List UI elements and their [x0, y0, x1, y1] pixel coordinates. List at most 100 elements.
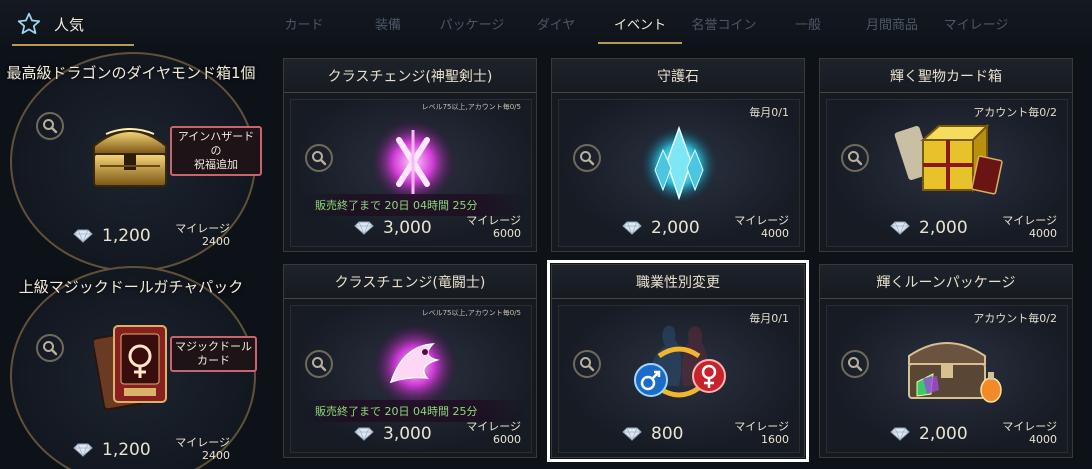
product-card[interactable]: 輝くルーンパッケージ アカウント毎0/2 2,000 マイレージ 4000	[819, 264, 1073, 458]
diamond-icon	[890, 427, 910, 441]
popular-item-title: 最高級ドラゴンのダイヤモンド箱1個	[6, 64, 256, 82]
magnifier-icon[interactable]	[305, 350, 333, 378]
relic-card-box-image	[894, 123, 1003, 195]
product-card[interactable]: クラスチェンジ(竜闘士) レベル75以上,アカウント毎0/5 販売終了まで 20…	[283, 264, 537, 458]
price-value: 3,000	[383, 424, 432, 444]
mileage: マイレージ 6000	[466, 214, 521, 240]
price-value: 1,200	[102, 226, 151, 246]
product-card[interactable]: 輝く聖物カード箱 アカウント毎0/2 2,000 マイレージ 4000	[819, 58, 1073, 252]
magnifier-icon[interactable]	[36, 334, 64, 362]
tab-card[interactable]: カード	[262, 0, 346, 46]
price-value: 2,000	[919, 424, 968, 444]
product-card-title: 守護石	[552, 59, 804, 93]
mileage-value: 1600	[761, 433, 789, 446]
product-card-title: クラスチェンジ(竜闘士)	[284, 265, 536, 299]
mileage: マイレージ 4000	[1002, 214, 1057, 240]
product-card[interactable]: クラスチェンジ(神聖剣士) レベル75以上,アカウント毎0/5 販売終了まで 2…	[283, 58, 537, 252]
product-card-body: アカウント毎0/2 2,000 マイレージ 4000	[826, 305, 1068, 453]
tab-equipment[interactable]: 装備	[346, 0, 430, 46]
product-card-body: レベル75以上,アカウント毎0/5 販売終了まで 20日 04時間 25分 3,…	[290, 305, 532, 453]
product-card-body: 毎月0/1 2,000 マイレージ 4000	[558, 99, 800, 247]
price: 1,200	[72, 440, 151, 460]
product-card-title: 輝く聖物カード箱	[820, 59, 1072, 93]
mileage-label: マイレージ	[466, 420, 521, 433]
mileage-value: 4000	[761, 227, 789, 240]
popular-item-title: 上級マジックドールガチャパック	[18, 278, 244, 296]
magnifier-icon[interactable]	[841, 144, 869, 172]
mileage-label: マイレージ	[175, 222, 230, 235]
tab-diamond[interactable]: ダイヤ	[514, 0, 598, 46]
magnifier-icon[interactable]	[305, 144, 333, 172]
mileage-value: 6000	[493, 433, 521, 446]
bonus-badge-line1: アインハザードの	[177, 130, 255, 157]
dragon-chest-image	[93, 128, 167, 187]
price-value: 3,000	[383, 218, 432, 238]
bonus-badge: マジックドール カード	[170, 336, 257, 372]
magnifier-icon[interactable]	[36, 112, 64, 140]
price: 2,000	[889, 218, 968, 238]
magnifier-icon[interactable]	[841, 350, 869, 378]
rune-package-image	[908, 342, 1002, 403]
diamond-icon	[73, 229, 93, 243]
price-value: 2,000	[919, 218, 968, 238]
bonus-badge: アインハザードの 祝福追加	[170, 126, 262, 176]
mileage-label: マイレージ	[734, 214, 789, 227]
product-card[interactable]: 守護石 毎月0/1 2,000 マイレージ 4000	[551, 58, 805, 252]
product-card-body: アカウント毎0/2 2,000 マイレージ 4000	[826, 99, 1068, 247]
diamond-icon	[73, 443, 93, 457]
diamond-icon	[890, 221, 910, 235]
price: 800	[621, 424, 683, 444]
tab-general[interactable]: 一般	[766, 0, 850, 46]
sale-end-timer: 販売終了まで 20日 04時間 25分	[305, 400, 525, 422]
product-card-selected[interactable]: 職業性別変更 毎月0/1 800 マイレージ 1600	[547, 260, 809, 462]
purchase-limit: 毎月0/1	[749, 106, 789, 119]
magnifier-icon[interactable]	[573, 144, 601, 172]
bonus-badge-line2: 祝福追加	[194, 158, 238, 171]
category-tabs: カード 装備 パッケージ ダイヤ イベント 名誉コイン 一般 月間商品 マイレー…	[262, 0, 1018, 46]
product-card-body: レベル75以上,アカウント毎0/5 販売終了まで 20日 04時間 25分 3,…	[290, 99, 532, 247]
bonus-badge-line2: カード	[197, 354, 230, 367]
sale-end-timer: 販売終了まで 20日 04時間 25分	[305, 194, 525, 216]
product-card-title: 職業性別変更	[552, 265, 804, 299]
tab-popular-label: 人気	[54, 15, 85, 34]
price: 2,000	[621, 218, 700, 238]
product-card-title: クラスチェンジ(神聖剣士)	[284, 59, 536, 93]
product-card-body: 毎月0/1 800 マイレージ 1600	[558, 305, 800, 453]
mileage: マイレージ 6000	[466, 420, 521, 446]
price: 2,000	[889, 424, 968, 444]
price: 3,000	[353, 424, 432, 444]
popular-item[interactable]: 最高級ドラゴンのダイヤモンド箱1個 アインハザードの 祝福追加 1,200 マイ…	[0, 46, 262, 272]
price-value: 800	[651, 424, 684, 444]
tab-popular[interactable]: 人気	[12, 4, 134, 46]
product-card-title: 輝くルーンパッケージ	[820, 265, 1072, 299]
mileage: マイレージ 2400	[170, 436, 230, 462]
tab-monthly[interactable]: 月間商品	[850, 0, 934, 46]
mileage-label: マイレージ	[466, 214, 521, 227]
price-value: 2,000	[651, 218, 700, 238]
diamond-icon	[622, 221, 642, 235]
bonus-badge-line1: マジックドール	[175, 340, 252, 353]
mileage-label: マイレージ	[175, 436, 230, 449]
mileage: マイレージ 4000	[734, 214, 789, 240]
mileage: マイレージ 2400	[170, 222, 230, 248]
mileage-label: マイレージ	[734, 420, 789, 433]
mileage-value: 2400	[202, 235, 230, 248]
star-icon	[17, 12, 41, 35]
mileage-value: 6000	[493, 227, 521, 240]
mileage: マイレージ 4000	[1002, 420, 1057, 446]
tab-honor-coin[interactable]: 名誉コイン	[682, 0, 766, 46]
diamond-icon	[354, 221, 374, 235]
tab-event[interactable]: イベント	[598, 0, 682, 46]
guardian-stone-image	[639, 125, 719, 205]
price-value: 1,200	[102, 440, 151, 460]
mileage-value: 2400	[202, 449, 230, 462]
tab-mileage[interactable]: マイレージ	[934, 0, 1018, 46]
mileage-label: マイレージ	[1002, 420, 1057, 433]
magic-doll-card-image	[94, 325, 167, 411]
diamond-icon	[622, 427, 642, 441]
magnifier-icon[interactable]	[573, 350, 601, 378]
top-tab-bar: 人気 カード 装備 パッケージ ダイヤ イベント 名誉コイン 一般 月間商品 マ…	[0, 0, 1092, 46]
mileage-label: マイレージ	[1002, 214, 1057, 227]
tab-package[interactable]: パッケージ	[430, 0, 514, 46]
popular-item[interactable]: 上級マジックドールガチャパック マジックドール カード 1,200 マイレージ …	[0, 258, 262, 469]
